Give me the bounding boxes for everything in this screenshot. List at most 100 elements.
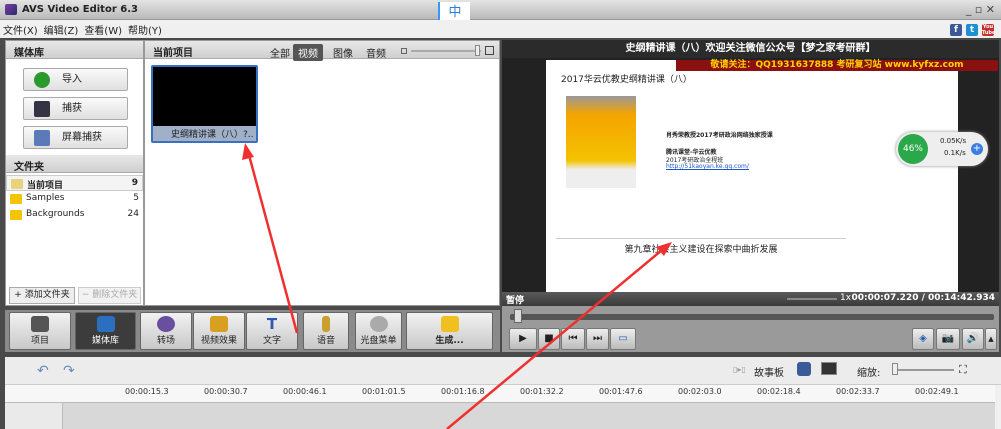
ruler-tick: 00:00:46.1	[283, 387, 327, 396]
clapper-icon	[31, 316, 49, 332]
slider-handle[interactable]	[475, 45, 480, 56]
ruler-tick: 00:01:32.2	[520, 387, 564, 396]
capture-label: 捕获	[62, 103, 82, 114]
playback-controls: ▶ ■ ⏮ ⏭ ▭ ◈ 📷 🔊 ▲	[502, 328, 999, 352]
menu-view[interactable]: 查看(W)	[81, 20, 125, 39]
screen-capture-button[interactable]: 屏幕捕获	[23, 126, 128, 149]
banner-text: 敬请关注：QQ1931637888 考研复习站 www.kyfxz.com	[676, 60, 998, 71]
main-toolbar: 项目 媒体库 转场 视频效果 T 文字 语音 光盘菜单 生成...	[5, 310, 500, 352]
snapshot-button[interactable]: 📷	[936, 328, 960, 350]
slide-content: 敬请关注：QQ1931637888 考研复习站 www.kyfxz.com 20…	[546, 60, 998, 292]
slide-line: 肖秀荣教授2017考研政治网络独家授课	[666, 132, 773, 139]
capture-button[interactable]: 捕获	[23, 97, 128, 120]
microphone-icon	[322, 316, 330, 332]
video-frame[interactable]: 敬请关注：QQ1931637888 考研复习站 www.kyfxz.com 20…	[502, 58, 999, 292]
produce-icon	[440, 316, 459, 332]
fullscreen-preview-button[interactable]: ▭	[610, 328, 636, 350]
storyboard-label[interactable]: 故事板	[754, 364, 784, 379]
voice-over-icon[interactable]	[797, 362, 811, 376]
undo-icon[interactable]: ↶	[37, 363, 49, 379]
window-title: AVS Video Editor 6.3	[22, 4, 138, 15]
thumb-size-slider[interactable]	[411, 50, 481, 52]
toolbar-text[interactable]: T 文字	[246, 312, 298, 350]
folder-icon	[11, 179, 23, 189]
text-icon: T	[266, 315, 278, 333]
track-header	[5, 403, 63, 429]
youtube-icon[interactable]: You Tube	[982, 24, 995, 36]
folder-samples[interactable]: Samples 5	[6, 191, 143, 207]
upload-speed: 0.05K/s	[940, 137, 967, 145]
tab-audio[interactable]: 音频	[361, 44, 391, 61]
toolbar-label: 语音	[316, 336, 335, 346]
toolbar-media-library[interactable]: 媒体库	[75, 312, 136, 350]
video-title: 史纲精讲课（八）欢迎关注微信公众号【梦之家考研群】	[502, 40, 999, 58]
folder-icon	[10, 194, 22, 204]
seek-bar[interactable]	[510, 314, 994, 320]
title-bar: AVS Video Editor 6.3 _ ▫ ✕	[0, 0, 1001, 20]
tab-video[interactable]: 视频	[293, 44, 323, 61]
previous-frame-button[interactable]: ⏮	[561, 328, 585, 350]
video-track[interactable]	[63, 403, 995, 429]
current-project-panel: 当前项目 全部 视频 图像 音频 史纲精讲课（八）?..	[144, 40, 500, 306]
tab-image[interactable]: 图像	[328, 44, 358, 61]
expand-button[interactable]: ▲	[985, 328, 997, 350]
play-button[interactable]: ▶	[509, 328, 537, 350]
folder-backgrounds[interactable]: Backgrounds 24	[6, 207, 143, 223]
next-frame-button[interactable]: ⏭	[586, 328, 609, 350]
redo-icon[interactable]: ↷	[63, 363, 75, 379]
video-clip-thumbnail[interactable]: 史纲精讲课（八）?..	[151, 65, 258, 143]
import-label: 导入	[62, 74, 82, 85]
toolbar-transitions[interactable]: 转场	[140, 312, 192, 350]
plus-icon[interactable]: +	[971, 143, 983, 155]
folder-name: Backgrounds	[26, 209, 85, 219]
app-icon	[5, 4, 17, 15]
menu-file[interactable]: 文件(X)	[0, 20, 41, 39]
remove-folder-button[interactable]: − 删除文件夹	[78, 287, 141, 304]
add-folder-button[interactable]: + 添加文件夹	[9, 287, 75, 304]
toolbar-project[interactable]: 项目	[9, 312, 71, 350]
toolbar-produce[interactable]: 生成...	[406, 312, 493, 350]
menu-help[interactable]: 帮助(Y)	[125, 20, 165, 39]
window-controls[interactable]: _ ▫ ✕	[966, 3, 995, 16]
disc-icon	[369, 316, 388, 332]
import-button[interactable]: 导入	[23, 68, 128, 91]
playback-status-bar: 暂停 1x 00:00:07.220 / 00:14:42.934	[502, 292, 999, 306]
folder-icon	[10, 210, 22, 220]
toolbar-disc-menu[interactable]: 光盘菜单	[355, 312, 402, 350]
ruler-tick: 00:01:01.5	[362, 387, 406, 396]
ruler-tick: 00:00:30.7	[204, 387, 248, 396]
folder-current-project[interactable]: 当前项目 9	[6, 175, 143, 191]
playback-state: 暂停	[506, 296, 525, 306]
clip-caption: 史纲精讲课（八）?..	[153, 126, 256, 141]
stop-button[interactable]: ■	[538, 328, 560, 350]
speed-slider[interactable]	[787, 298, 837, 300]
tab-all[interactable]: 全部	[265, 44, 295, 61]
toolbar-label: 媒体库	[91, 336, 119, 346]
slide-link: http://51kaoyan.ke.qq.com/	[666, 163, 749, 170]
toolbar-video-effects[interactable]: 视频效果	[193, 312, 245, 350]
storyboard-toggle-icon[interactable]: ▯▸▯	[733, 365, 746, 374]
plus-icon	[34, 72, 50, 88]
zoom-slider[interactable]	[892, 369, 954, 371]
zoom-handle[interactable]	[892, 363, 898, 375]
timeline-toolbar: ↶ ↷ ▯▸▯ 故事板 缩放: ⛶	[5, 357, 1001, 385]
twitter-icon[interactable]: t	[966, 24, 978, 36]
menu-edit[interactable]: 编辑(Z)	[41, 20, 82, 39]
network-widget[interactable]: 46% 0.05K/s 0.1K/s +	[896, 132, 988, 166]
facebook-icon[interactable]: f	[950, 24, 962, 36]
camcorder-icon	[34, 101, 50, 117]
media-library-title: 媒体库	[6, 41, 143, 59]
slide-title: 2017华云优教史纲精讲课（八）	[561, 75, 692, 85]
folder-count: 9	[131, 178, 138, 188]
ruler-tick: 00:01:16.8	[441, 387, 485, 396]
screen-icon-button[interactable]: ◈	[912, 328, 934, 350]
monitor-dropdown-icon[interactable]	[821, 362, 837, 375]
fit-icon[interactable]: ⛶	[959, 363, 967, 377]
volume-button[interactable]: 🔊	[962, 328, 984, 350]
menu-bar: 文件(X) 编辑(Z) 查看(W) 帮助(Y)	[0, 20, 1001, 38]
toolbar-voice[interactable]: 语音	[303, 312, 349, 350]
seek-handle[interactable]	[513, 309, 522, 323]
timeline-ruler: 00:00:15.3 00:00:30.7 00:00:46.1 00:01:01.5…	[5, 385, 995, 403]
toolbar-label: 生成...	[435, 336, 464, 346]
folders-title: 文件夹	[6, 155, 143, 173]
